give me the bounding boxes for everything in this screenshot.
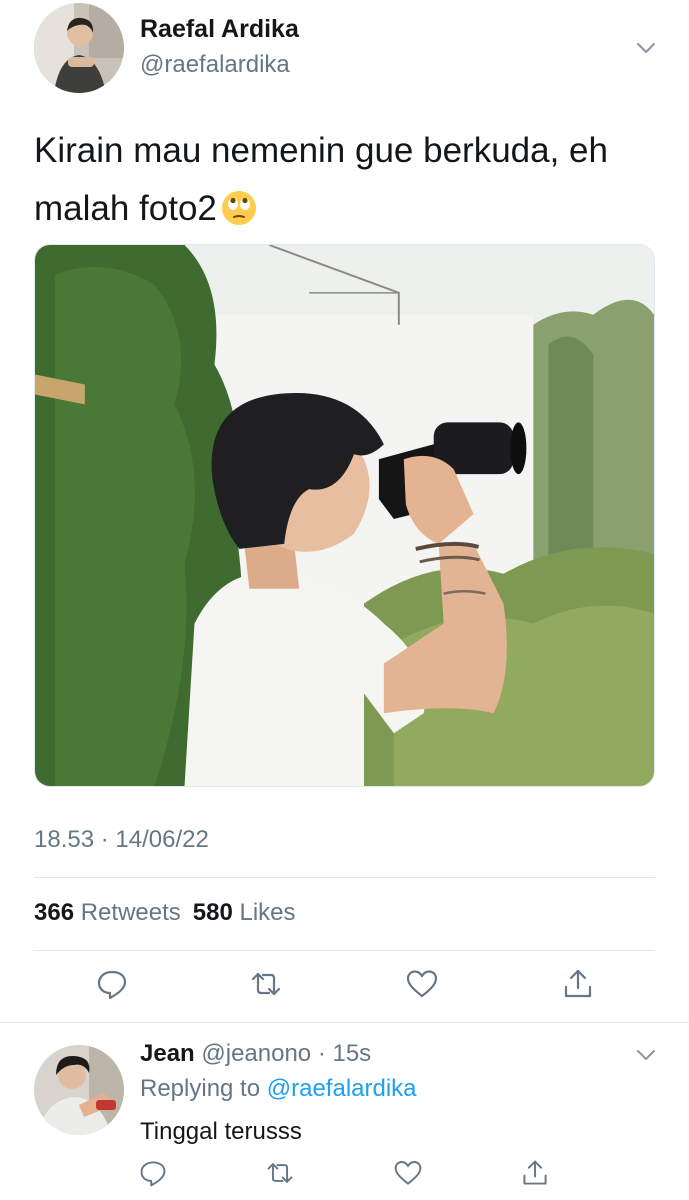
reply-time: 15s — [332, 1040, 372, 1067]
reply-icon[interactable] — [138, 1158, 168, 1188]
tweet-timestamp: 18.53 · 14/06/22 — [34, 826, 209, 853]
reply-text: Tinggal terusss — [140, 1118, 302, 1145]
retweets-count: 366 — [34, 899, 75, 926]
share-icon[interactable] — [561, 967, 595, 1001]
retweets-stat[interactable]: 366 Retweets — [34, 899, 181, 926]
tweet-detail-view: Raefal Ardika @raefalardika Kirain mau n… — [0, 0, 689, 1200]
tweet-text-content: Kirain mau nemenin gue berkuda, eh malah… — [34, 131, 608, 228]
author-avatar[interactable] — [34, 3, 124, 93]
retweet-icon[interactable] — [249, 967, 283, 1001]
tweet-action-bar — [0, 967, 689, 1007]
share-icon[interactable] — [520, 1158, 550, 1188]
replying-to-prefix: Replying to — [140, 1075, 267, 1102]
reply-author-name[interactable]: Jean — [140, 1040, 195, 1067]
replying-to-line: Replying to @raefalardika — [140, 1075, 417, 1103]
replying-to-mention[interactable]: @raefalardika — [267, 1075, 417, 1102]
like-icon[interactable] — [393, 1158, 423, 1188]
like-icon[interactable] — [405, 967, 439, 1001]
reply-author-avatar[interactable] — [34, 1045, 124, 1135]
reply-separator: · — [311, 1040, 333, 1067]
chevron-down-icon[interactable] — [634, 36, 658, 60]
chevron-down-icon[interactable] — [634, 1043, 658, 1067]
reply-action-bar — [0, 1158, 689, 1198]
author-display-name[interactable]: Raefal Ardika — [140, 15, 299, 44]
reply-icon[interactable] — [95, 967, 129, 1001]
divider — [34, 950, 655, 951]
engagement-stats: 366 Retweets 580 Likes — [34, 899, 296, 927]
tweet-photo[interactable] — [34, 244, 655, 787]
reply-author-handle[interactable]: @jeanono — [201, 1040, 311, 1067]
likes-stat[interactable]: 580 Likes — [193, 899, 296, 926]
likes-count: 580 — [192, 899, 233, 926]
divider — [0, 1022, 689, 1023]
retweet-icon[interactable] — [265, 1158, 295, 1188]
author-handle[interactable]: @raefalardika — [140, 51, 290, 79]
rolling-eyes-emoji-icon — [221, 186, 257, 225]
likes-label: Likes — [239, 899, 296, 926]
retweets-label: Retweets — [80, 899, 181, 926]
divider — [34, 877, 655, 878]
reply-header: Jean @jeanono · 15s — [140, 1040, 371, 1068]
tweet-text: Kirain mau nemenin gue berkuda, eh malah… — [34, 122, 654, 238]
